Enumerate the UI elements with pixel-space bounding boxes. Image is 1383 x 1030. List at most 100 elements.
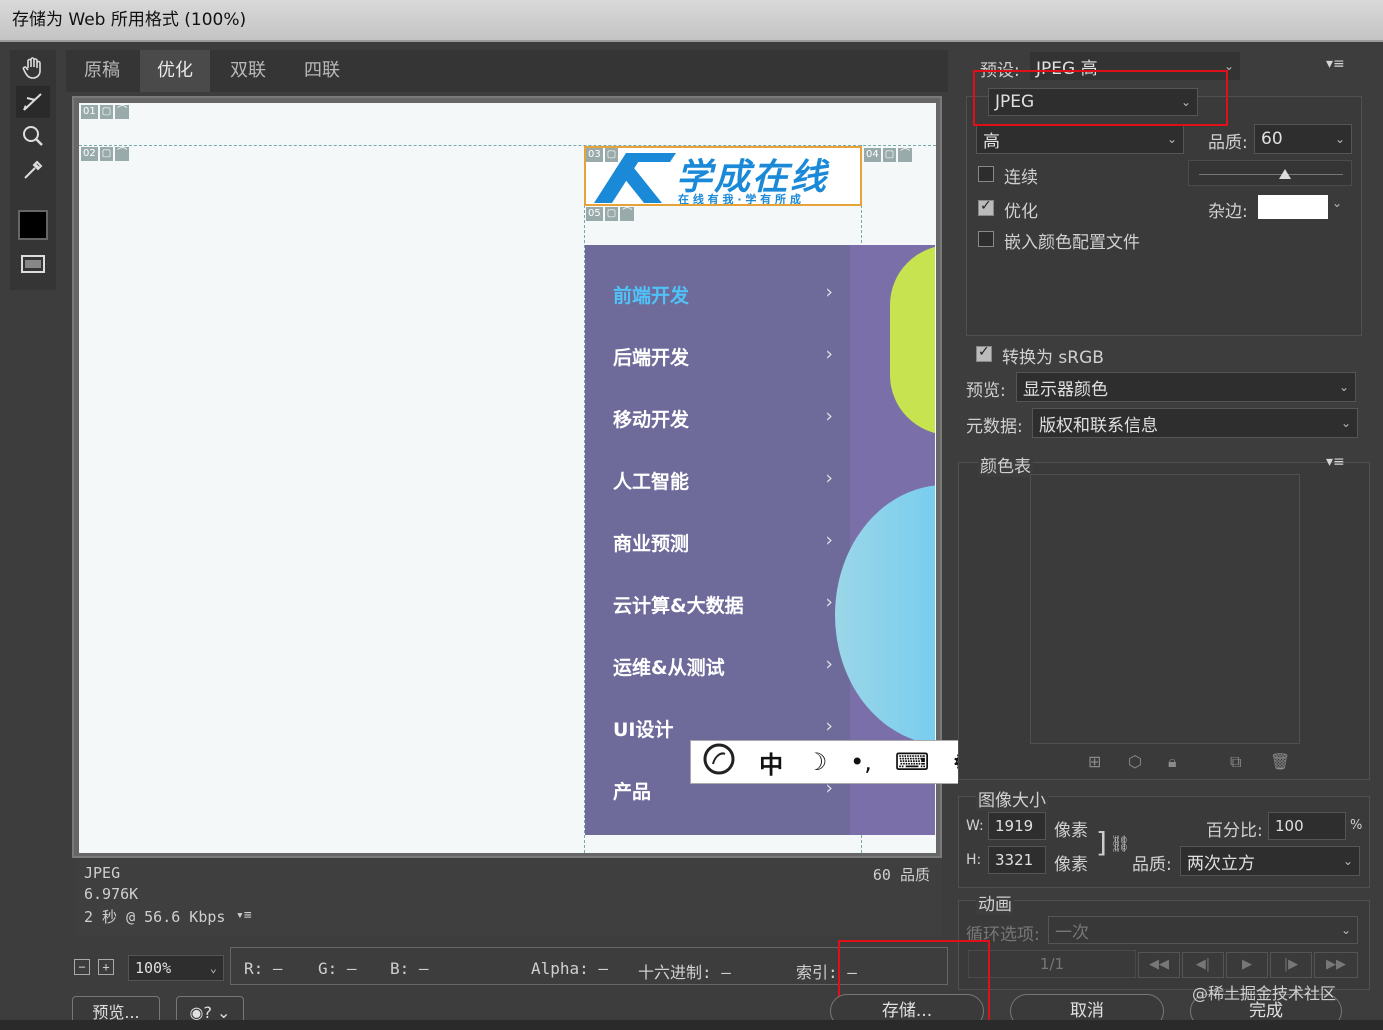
- prev-frame-icon[interactable]: ◀|: [1182, 952, 1224, 978]
- eyedropper-icon[interactable]: [16, 154, 50, 186]
- zoom-in-icon[interactable]: +: [98, 959, 114, 975]
- first-frame-icon[interactable]: ◀◀: [1138, 952, 1180, 978]
- chevron-down-icon[interactable]: ⌄: [1332, 196, 1342, 210]
- ime-toolbar: 中 ☽ •, ⌨ ⚙: [690, 740, 986, 784]
- menu-item[interactable]: 云计算&大数据 ›: [613, 591, 833, 618]
- zoom-icon[interactable]: [16, 120, 50, 152]
- panel-menu-icon[interactable]: ▾≡: [1326, 56, 1345, 72]
- color-table-swatches[interactable]: [1030, 474, 1300, 744]
- eyedropper-color-swatch[interactable]: [18, 210, 48, 240]
- loop-value: 一次: [1055, 922, 1089, 943]
- web-snap-icon[interactable]: ⬡: [1128, 752, 1142, 771]
- zoom-select[interactable]: 100% ⌄: [128, 955, 224, 981]
- chevron-right-icon: ›: [825, 715, 833, 737]
- color-table-menu-icon[interactable]: ▾≡: [1326, 454, 1345, 470]
- slice-02[interactable]: 02 ▢ ⌒: [81, 147, 130, 161]
- percent-label: 百分比:: [1206, 821, 1263, 841]
- info-format: JPEG: [84, 864, 121, 882]
- info-menu-icon[interactable]: ▾≡: [236, 908, 252, 923]
- quality-label: 品质:: [1208, 133, 1248, 153]
- zoom-out-icon[interactable]: −: [74, 959, 90, 975]
- new-color-icon[interactable]: ⧉: [1230, 752, 1241, 772]
- optimization-info: JPEG 6.976K 2 秒 @ 56.6 Kbps ▾≡ 60 品质: [76, 858, 942, 936]
- tab-optimized[interactable]: 优化: [140, 50, 210, 92]
- moon-icon[interactable]: ☽: [806, 748, 828, 776]
- chevron-right-icon: ›: [825, 653, 833, 675]
- lock-icon[interactable]: 🔒︎: [1168, 752, 1177, 772]
- loop-select[interactable]: 一次 ⌄: [1048, 916, 1358, 944]
- menu-item[interactable]: 人工智能 ›: [613, 467, 833, 494]
- chevron-down-icon: ⌄: [1342, 854, 1353, 868]
- menu-item[interactable]: 前端开发 ›: [613, 281, 833, 308]
- slice-select-icon[interactable]: [16, 86, 50, 118]
- slider-thumb[interactable]: [1279, 169, 1291, 179]
- height-label: H:: [966, 852, 982, 868]
- hand-icon[interactable]: [16, 52, 50, 84]
- resample-select[interactable]: 两次立方 ⌄: [1180, 846, 1360, 876]
- chevron-right-icon: ›: [825, 467, 833, 489]
- menu-item[interactable]: 商业预测 ›: [613, 529, 833, 556]
- percent-input[interactable]: 100: [1268, 812, 1346, 840]
- toggle-slices-icon[interactable]: [16, 248, 50, 280]
- play-icon[interactable]: ▶: [1226, 952, 1268, 978]
- menu-item-label: 前端开发: [613, 285, 690, 307]
- percent-value: 100: [1275, 817, 1304, 835]
- zoom-value: 100%: [135, 959, 172, 977]
- width-input[interactable]: 1919: [988, 812, 1046, 840]
- slice-04[interactable]: 04 ▢ ⌒: [864, 148, 913, 162]
- percent-unit: %: [1350, 818, 1363, 833]
- metadata-label: 元数据:: [966, 417, 1023, 437]
- keyboard-icon[interactable]: ⌨: [895, 748, 930, 776]
- punctuation-icon[interactable]: •,: [850, 748, 872, 776]
- slice-05[interactable]: 05 ▢ ⌒: [586, 207, 635, 221]
- logo-tagline: 在 线 有 我 · 学 有 所 成: [678, 193, 801, 206]
- map-color-icon[interactable]: ⊞: [1088, 752, 1101, 771]
- chain-link-icon[interactable]: ⛓︎: [1110, 834, 1130, 853]
- height-unit: 像素: [1054, 855, 1088, 875]
- menu-item-label: 运维&从测试: [613, 657, 725, 679]
- slice-03[interactable]: 03 ▢: [586, 148, 619, 162]
- menu-item[interactable]: 移动开发 ›: [613, 405, 833, 432]
- slice-number: 03: [586, 148, 603, 162]
- embed-profile-label: 嵌入颜色配置文件: [1004, 233, 1140, 253]
- last-frame-icon[interactable]: ▶▶: [1314, 952, 1358, 978]
- chevron-down-icon: ⌄: [1334, 132, 1345, 146]
- height-input[interactable]: 3321: [988, 846, 1046, 874]
- progressive-checkbox[interactable]: [978, 166, 994, 182]
- tab-original[interactable]: 原稿: [66, 50, 138, 92]
- info-quality: 60 品质: [872, 866, 930, 884]
- menu-item[interactable]: UI设计 ›: [613, 715, 833, 742]
- quality-input[interactable]: 60 ⌄: [1254, 124, 1352, 154]
- menu-item[interactable]: 后端开发 ›: [613, 343, 833, 370]
- progressive-label: 连续: [1004, 168, 1038, 188]
- embed-profile-checkbox[interactable]: [978, 231, 994, 247]
- chevron-down-icon: ⌄: [1340, 923, 1351, 937]
- preview-select[interactable]: 显示器颜色 ⌄: [1016, 372, 1356, 402]
- frame-counter: 1/1: [968, 950, 1136, 978]
- menu-item-label: UI设计: [613, 719, 674, 741]
- tab-2-up[interactable]: 双联: [212, 50, 284, 92]
- ime-language[interactable]: 中: [759, 745, 783, 780]
- slice-01[interactable]: 01 ▢ ⌒: [81, 105, 130, 119]
- resample-label: 品质:: [1132, 855, 1172, 875]
- info-size: 6.976K: [84, 885, 139, 903]
- trash-icon[interactable]: 🗑︎: [1270, 752, 1290, 771]
- quality-slider[interactable]: [1188, 160, 1352, 186]
- convert-srgb-checkbox[interactable]: [976, 344, 992, 362]
- menu-item-label: 人工智能: [613, 471, 690, 493]
- chevron-right-icon: ›: [825, 591, 833, 613]
- metadata-select[interactable]: 版权和联系信息 ⌄: [1032, 408, 1358, 438]
- ime-logo-icon[interactable]: [702, 742, 736, 782]
- optimized-checkbox[interactable]: [978, 198, 994, 216]
- matte-color-swatch[interactable]: [1258, 195, 1328, 219]
- menu-item[interactable]: 运维&从测试 ›: [613, 653, 833, 680]
- readout-r: R: —: [244, 959, 283, 978]
- menu-item-label: 产品: [613, 781, 652, 803]
- chevron-right-icon: ›: [825, 405, 833, 427]
- tab-4-up[interactable]: 四联: [286, 50, 358, 92]
- quality-level-value: 高: [983, 131, 1000, 152]
- next-frame-icon[interactable]: |▶: [1270, 952, 1312, 978]
- toolbar: [10, 50, 56, 290]
- resample-value: 两次立方: [1187, 853, 1255, 874]
- quality-level-select[interactable]: 高 ⌄: [976, 124, 1184, 154]
